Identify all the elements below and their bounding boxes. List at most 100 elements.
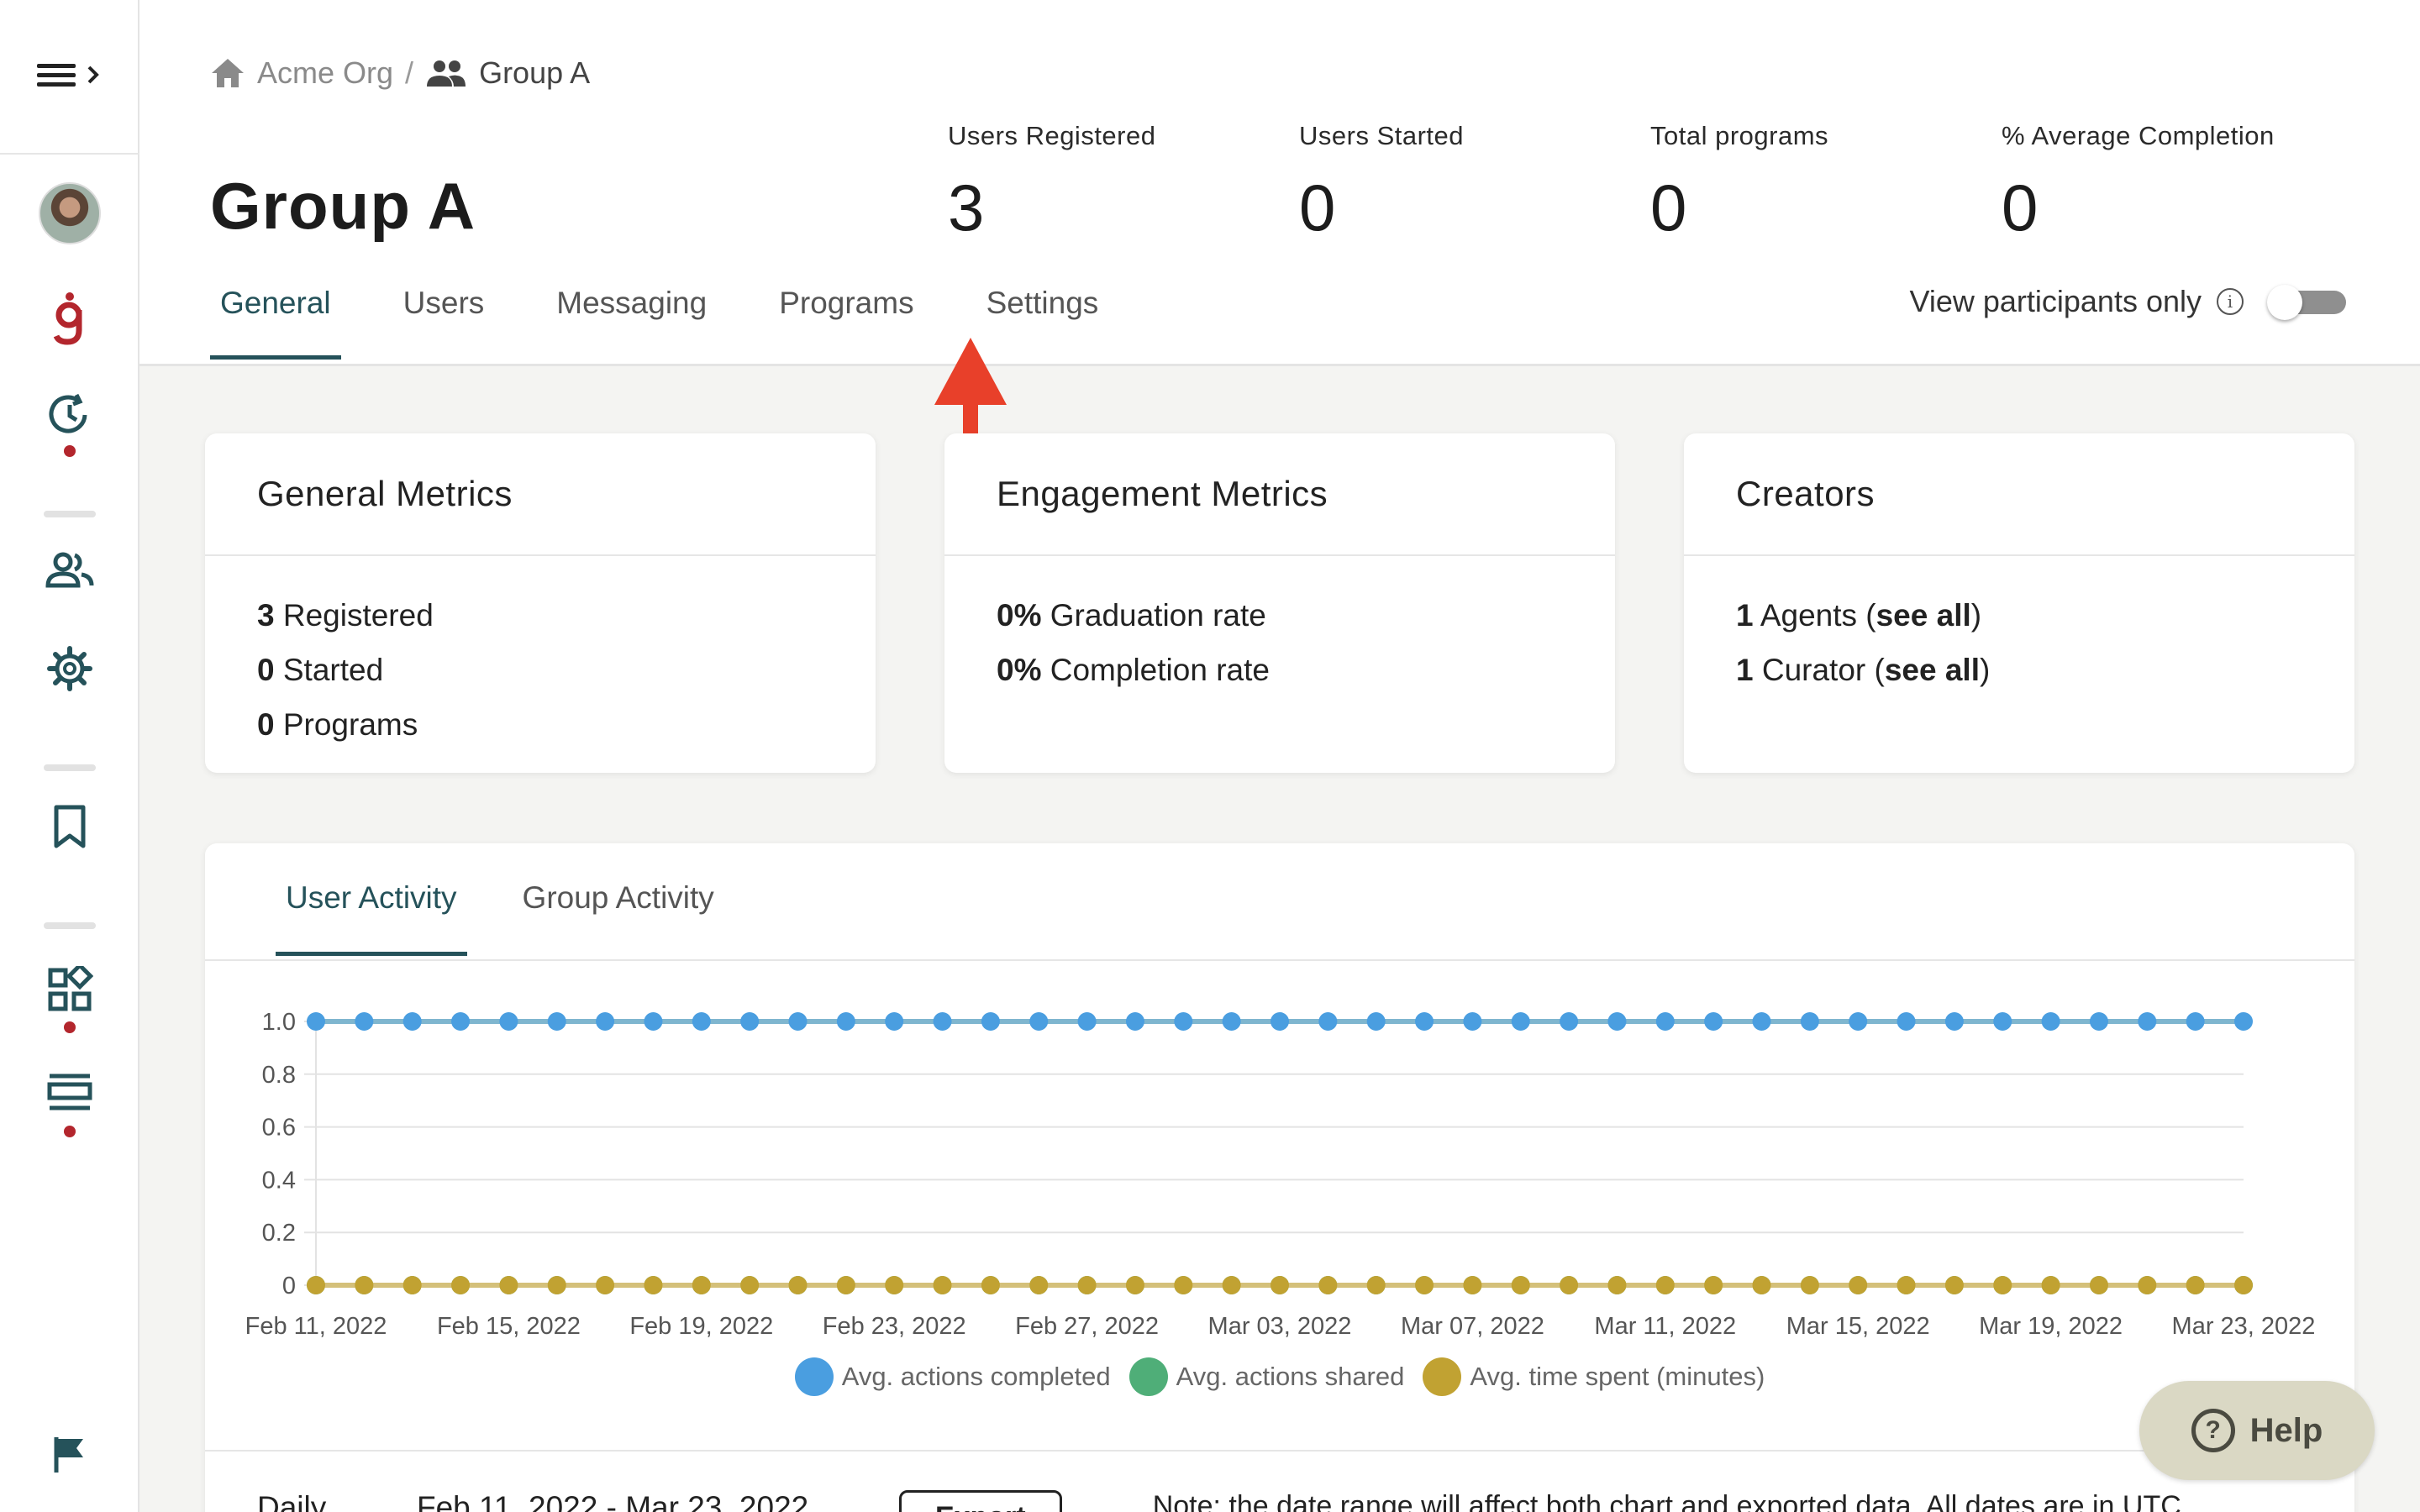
avatar: [39, 182, 101, 244]
participants-only-toggle[interactable]: [2267, 285, 2348, 320]
sidebar-item-report[interactable]: [36, 1421, 103, 1488]
data-point: [596, 1012, 615, 1031]
interval-select[interactable]: Daily: [257, 1490, 417, 1512]
data-point: [981, 1276, 1000, 1294]
tab-users[interactable]: Users: [393, 286, 495, 358]
group-icon: [427, 60, 466, 87]
x-tick-label: Feb 11, 2022: [245, 1313, 387, 1340]
data-point: [1415, 1012, 1434, 1031]
sidebar-item-profile[interactable]: [36, 180, 103, 247]
data-point: [1655, 1012, 1675, 1031]
stat-label: Total programs: [1650, 121, 1829, 150]
tab-general[interactable]: General: [210, 286, 341, 360]
see-all-agents-link[interactable]: see all: [1876, 598, 1971, 633]
users-icon: [45, 552, 94, 588]
card-title: Engagement Metrics: [944, 433, 1615, 556]
data-point: [1463, 1276, 1482, 1294]
x-tick-label: Mar 23, 2022: [2172, 1313, 2316, 1340]
activity-controls: Daily Feb 11, 2022 - Mar 23, 2022 Export…: [257, 1490, 2189, 1512]
breadcrumb-group-label: Group A: [479, 55, 591, 90]
creators-curator: 1 Curator (see all): [1736, 653, 1991, 687]
tab-group-activity[interactable]: Group Activity: [513, 880, 724, 954]
legend-item-time-spent[interactable]: Avg. time spent (minutes): [1423, 1357, 1765, 1396]
card-title: General Metrics: [205, 433, 876, 556]
stat-value: 0: [1299, 171, 1336, 244]
y-tick-label: 1.0: [262, 1009, 296, 1036]
home-icon: [212, 59, 244, 87]
data-point: [2138, 1276, 2157, 1294]
tab-user-activity[interactable]: User Activity: [276, 880, 467, 956]
metric-completion-rate: 0% Completion rate: [997, 653, 1270, 687]
sidebar-item-settings[interactable]: [36, 635, 103, 702]
data-point: [307, 1276, 325, 1294]
x-tick-label: Feb 15, 2022: [437, 1313, 581, 1340]
data-point: [2041, 1012, 2060, 1031]
data-point: [1607, 1012, 1627, 1031]
tab-programs[interactable]: Programs: [769, 286, 923, 358]
legend-item-actions-shared[interactable]: Avg. actions shared: [1128, 1357, 1404, 1396]
info-icon[interactable]: i: [2217, 288, 2244, 315]
data-point: [1849, 1276, 1868, 1294]
participants-filter: View participants only i: [1909, 284, 2348, 320]
x-tick-label: Mar 07, 2022: [1401, 1313, 1544, 1340]
activity-tabs: User Activity Group Activity: [276, 880, 724, 956]
date-range-picker[interactable]: Feb 11, 2022 - Mar 23, 2022: [417, 1490, 899, 1512]
legend-swatch: [1423, 1357, 1462, 1396]
sidebar-item-groups[interactable]: [36, 538, 103, 605]
data-point: [355, 1276, 374, 1294]
data-point: [1655, 1276, 1675, 1294]
data-point: [451, 1276, 471, 1294]
sidebar-item-dashboard[interactable]: [36, 956, 103, 1023]
brand-g-logo-icon: [53, 292, 82, 345]
creators-card: Creators 1 Agents (see all) 1 Curator (s…: [1684, 433, 2354, 773]
data-point: [1704, 1012, 1723, 1031]
legend-item-actions-completed[interactable]: Avg. actions completed: [794, 1357, 1111, 1396]
sidebar-item-bookmarks[interactable]: [36, 793, 103, 860]
x-tick-label: Mar 15, 2022: [1786, 1313, 1930, 1340]
activity-notification-dot: [64, 445, 76, 457]
data-point: [981, 1012, 1000, 1031]
data-point: [1944, 1012, 1964, 1031]
data-point: [547, 1012, 566, 1031]
export-button[interactable]: Export: [899, 1490, 1062, 1512]
engagement-metrics-card: Engagement Metrics 0% Graduation rate 0%…: [944, 433, 1615, 773]
y-tick-label: 0.8: [262, 1062, 296, 1089]
sidebar-divider: [44, 511, 96, 517]
sidebar-item-home[interactable]: [36, 286, 103, 353]
data-point: [1800, 1012, 1819, 1031]
help-button[interactable]: ? Help: [2139, 1381, 2375, 1480]
data-point: [1511, 1012, 1530, 1031]
metric-started: 0 Started: [257, 653, 384, 687]
breadcrumb-current: Group A: [425, 55, 590, 91]
sidebar-item-layout[interactable]: [36, 1058, 103, 1126]
x-tick-label: Mar 11, 2022: [1594, 1313, 1736, 1340]
data-point: [1897, 1276, 1916, 1294]
tab-messaging[interactable]: Messaging: [546, 286, 717, 358]
data-point: [1077, 1012, 1097, 1031]
data-point: [740, 1012, 760, 1031]
clock-refresh-icon: [49, 393, 87, 433]
data-point: [933, 1276, 952, 1294]
breadcrumb-org-link[interactable]: Acme Org: [210, 55, 393, 91]
data-point: [1704, 1276, 1723, 1294]
x-tick-label: Mar 03, 2022: [1208, 1313, 1352, 1340]
data-point: [1270, 1012, 1289, 1031]
data-point: [2138, 1012, 2157, 1031]
data-point: [644, 1276, 663, 1294]
x-tick-label: Feb 27, 2022: [1015, 1313, 1159, 1340]
data-point: [1463, 1012, 1482, 1031]
activity-panel: User Activity Group Activity 0 0.2 0.4 0.6 0…: [205, 843, 2354, 1512]
legend-label: Avg. time spent (minutes): [1470, 1362, 1765, 1391]
data-point: [1511, 1276, 1530, 1294]
sidebar-item-activity[interactable]: [36, 381, 103, 449]
data-point: [836, 1276, 855, 1294]
data-point: [451, 1012, 471, 1031]
data-point: [885, 1012, 904, 1031]
menu-expand-button[interactable]: [34, 54, 109, 96]
data-point: [644, 1012, 663, 1031]
data-point: [2089, 1276, 2108, 1294]
data-point: [1993, 1012, 2012, 1031]
see-all-curators-link[interactable]: see all: [1885, 653, 1980, 687]
data-point: [1029, 1012, 1049, 1031]
y-tick-label: 0.6: [262, 1115, 296, 1142]
